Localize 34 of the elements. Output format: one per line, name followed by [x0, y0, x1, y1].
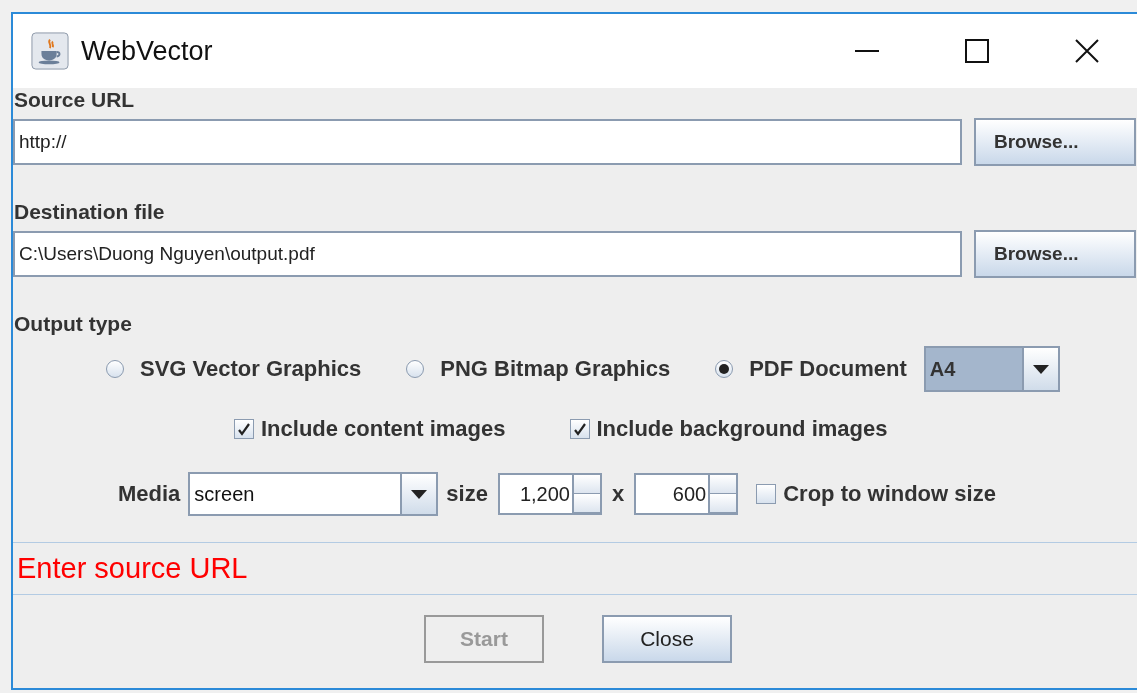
radio-button[interactable] — [106, 360, 124, 378]
field-label: Destination file — [14, 200, 166, 224]
url-field[interactable]: http:// — [13, 119, 962, 165]
file-field[interactable]: C:\Users\Duong Nguyen\output.pdf — [13, 231, 962, 277]
close-button[interactable]: Close — [602, 615, 732, 663]
radio-button[interactable] — [406, 360, 425, 378]
times-label: x — [611, 481, 625, 507]
radio-label: SVG Vector Graphics — [140, 356, 362, 382]
status-message: Enter source URL — [17, 552, 248, 585]
page-size-dropdown[interactable]: A4 — [923, 346, 1060, 392]
coffee-cup-icon — [31, 32, 69, 70]
radio-label: PNG Bitmap Graphics — [440, 356, 671, 382]
dropdown-arrow-icon — [411, 489, 428, 499]
field-label: Source URL — [14, 88, 136, 112]
media-dropdown[interactable]: screen — [188, 472, 439, 516]
radio-label: PDF Document — [749, 356, 907, 382]
checkbox[interactable] — [234, 419, 254, 439]
size-label: size — [446, 481, 488, 507]
checkbox-label: Crop to window size — [783, 481, 996, 507]
width-spinner[interactable]: 1,200 — [497, 473, 602, 515]
close-icon[interactable] — [1075, 39, 1099, 63]
maximize-icon[interactable] — [965, 39, 989, 63]
media-label: Media — [118, 481, 181, 507]
checkbox[interactable] — [756, 484, 777, 504]
browse-button[interactable]: Browse... — [974, 118, 1136, 166]
section-label: Output type — [14, 312, 133, 336]
checkbox-label: Include content images — [261, 416, 506, 442]
window-title: WebVector — [81, 35, 213, 67]
radio-button[interactable] — [715, 360, 734, 378]
checkbox[interactable] — [569, 419, 590, 439]
height-spinner[interactable]: 600 — [634, 473, 739, 515]
checkbox-label: Include background images — [596, 416, 888, 442]
browse-button[interactable]: Browse... — [974, 230, 1136, 278]
dropdown-arrow-icon — [1032, 364, 1049, 374]
